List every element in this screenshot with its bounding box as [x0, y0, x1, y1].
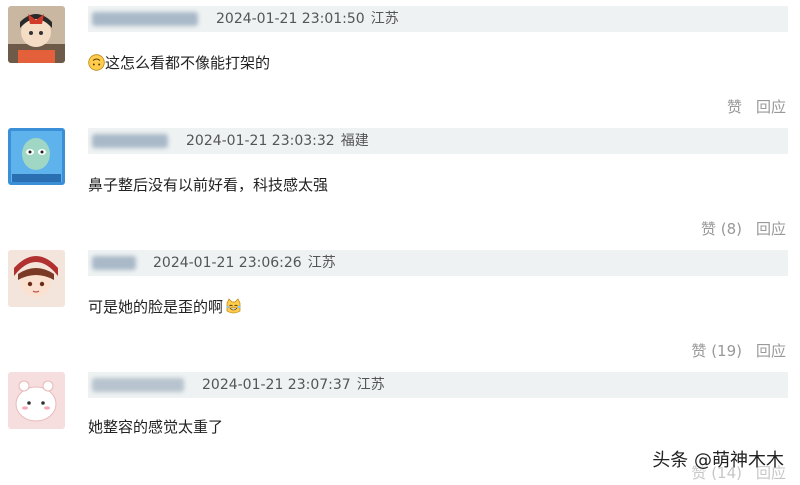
comment-header: 2024-01-21 23:06:26 江苏 — [88, 250, 788, 276]
avatar[interactable] — [8, 128, 65, 185]
comment-actions: 赞回应 — [727, 97, 786, 117]
watermark: 头条 @萌神木木 — [652, 450, 784, 471]
comment-header: 2024-01-21 23:03:32 福建 — [88, 128, 788, 154]
username-blurred[interactable] — [92, 134, 168, 148]
username-blurred[interactable] — [92, 12, 198, 26]
avatar[interactable] — [8, 6, 65, 63]
comment-text-value: 鼻子整后没有以前好看，科技感太强 — [88, 176, 329, 194]
avatar[interactable] — [8, 250, 65, 307]
like-button[interactable]: 赞 (8) — [701, 220, 742, 238]
comment-text-value: 可是她的脸是歪的啊 — [88, 298, 224, 316]
like-button[interactable]: 赞 — [727, 98, 742, 116]
location: 福建 — [340, 133, 369, 149]
location: 江苏 — [370, 11, 399, 27]
comment-meta: 2024-01-21 23:06:26 江苏 — [153, 253, 336, 273]
reply-button[interactable]: 回应 — [756, 98, 786, 116]
comment-text-value: 这怎么看都不像能打架的 — [105, 54, 271, 72]
comment-text: 鼻子整后没有以前好看，科技感太强 — [88, 174, 328, 196]
timestamp: 2024-01-21 23:06:26 — [153, 255, 302, 271]
comment-text-value: 她整容的感觉太重了 — [88, 418, 224, 436]
comment-text: 这怎么看都不像能打架的 — [88, 52, 270, 74]
comment-actions: 赞 (8) 回应 — [701, 219, 786, 239]
cat-laughing-icon — [226, 298, 241, 314]
timestamp: 2024-01-21 23:03:32 — [186, 133, 335, 149]
avatar[interactable] — [8, 372, 65, 429]
comment-header: 2024-01-21 23:07:37 江苏 — [88, 372, 788, 398]
like-button[interactable]: 赞 (19) — [691, 342, 742, 360]
comment-header: 2024-01-21 23:01:50 江苏 — [88, 6, 788, 32]
reply-button[interactable]: 回应 — [756, 220, 786, 238]
comment-meta: 2024-01-21 23:03:32 福建 — [186, 131, 369, 151]
comment-text: 可是她的脸是歪的啊 — [88, 296, 242, 318]
username-blurred[interactable] — [92, 256, 136, 270]
comment-meta: 2024-01-21 23:07:37 江苏 — [202, 375, 385, 395]
upside-down-face-icon — [88, 54, 105, 71]
location: 江苏 — [307, 255, 336, 271]
comment-text: 她整容的感觉太重了 — [88, 416, 223, 438]
comment-actions: 赞 (19) 回应 — [691, 341, 786, 361]
username-blurred[interactable] — [92, 378, 184, 392]
timestamp: 2024-01-21 23:01:50 — [216, 11, 365, 27]
comment-meta: 2024-01-21 23:01:50 江苏 — [216, 9, 399, 29]
location: 江苏 — [356, 377, 385, 393]
timestamp: 2024-01-21 23:07:37 — [202, 377, 351, 393]
reply-button[interactable]: 回应 — [756, 342, 786, 360]
